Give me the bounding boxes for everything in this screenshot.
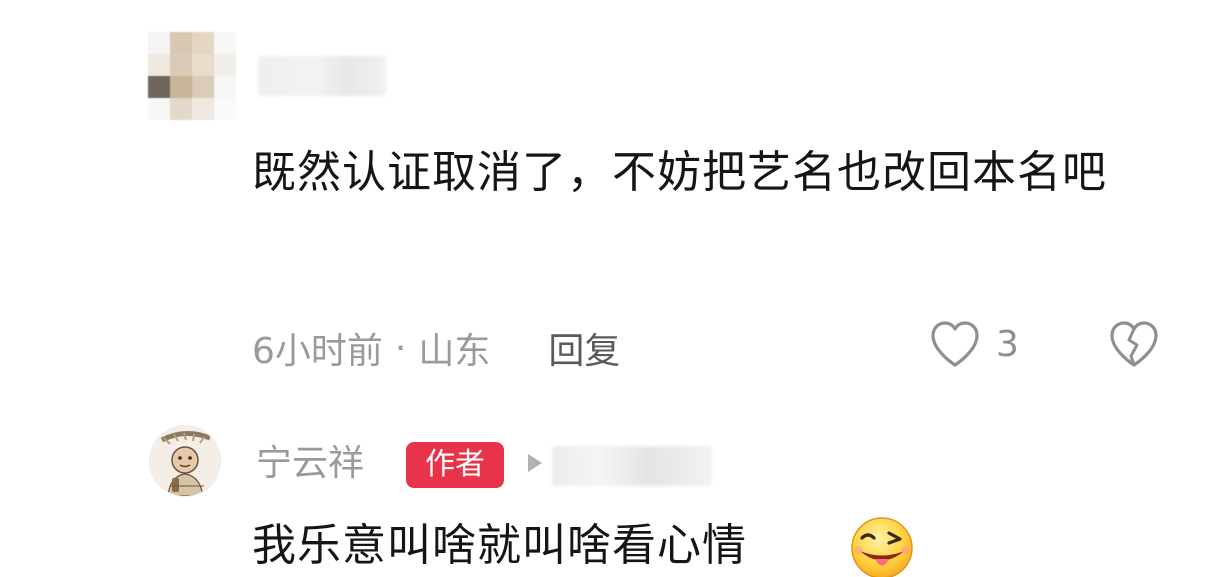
comment-text: 既然认证取消了，不妨把艺名也改回本名吧	[252, 147, 1107, 198]
author-badge: 作者	[406, 442, 504, 488]
play-triangle-icon	[528, 454, 542, 472]
cartoon-avatar-icon	[150, 426, 220, 496]
like-count: 3	[996, 323, 1019, 365]
meta-separator: ·	[394, 327, 407, 369]
dislike-button[interactable]	[1106, 318, 1162, 374]
reply-button[interactable]: 回复	[548, 322, 620, 374]
reply-text: 我乐意叫啥就叫啥看心情	[252, 520, 747, 571]
reply-to-name-blurred[interactable]	[552, 446, 712, 486]
like-button[interactable]: 3	[928, 318, 1019, 370]
commenter-name-blurred[interactable]	[258, 56, 386, 96]
author-avatar[interactable]	[150, 426, 220, 496]
commenter-avatar-blurred[interactable]	[148, 32, 236, 120]
heart-outline-icon	[931, 321, 979, 367]
comment-thread: 既然认证取消了，不妨把艺名也改回本名吧 6小时前 · 山东 回复 3 宁云祥 作…	[0, 0, 1216, 577]
comment-time: 6小时前	[252, 331, 383, 372]
author-name[interactable]: 宁云祥	[256, 440, 364, 488]
wink-tongue-emoji-icon	[851, 517, 913, 577]
broken-heart-icon	[1110, 321, 1158, 367]
comment-meta: 6小时前 · 山东 回复	[252, 320, 620, 376]
comment-location: 山东	[418, 331, 491, 372]
